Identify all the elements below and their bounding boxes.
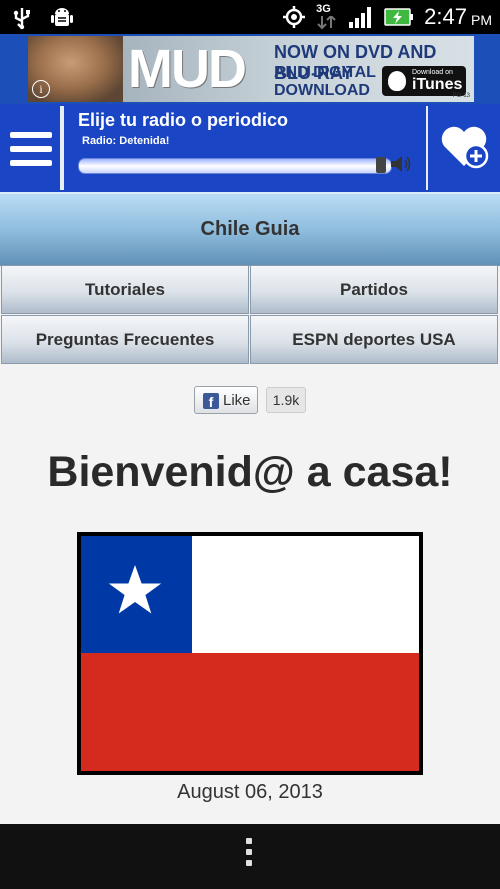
overflow-menu-icon[interactable] [246,838,252,871]
ad-line3: DOWNLOAD [274,82,370,99]
add-favorite-button[interactable] [430,106,498,190]
ad-info-icon[interactable]: i [32,80,50,98]
hamburger-menu-button[interactable] [2,106,62,190]
signal-icon [349,7,372,28]
nav-button-espn-deportes[interactable]: ESPN deportes USA [250,315,498,364]
page-title: Chile Guia [200,218,300,240]
menu-line-icon [10,132,52,138]
volume-slider[interactable] [78,158,392,174]
heart-plus-icon [441,126,489,169]
battery-charging-icon [384,8,414,26]
radio-title: Elije tu radio o periodico [78,110,289,130]
ad-line2: AND DIGITAL [274,64,376,81]
flag-red-band [81,653,419,771]
page-header: Chile Guia [0,192,500,266]
post-date: August 06, 2013 [177,781,323,803]
nav-button-partidos[interactable]: Partidos [250,265,498,314]
network-3g-icon: 3G [316,3,338,30]
chile-flag-image [77,532,423,775]
ad-banner[interactable]: i MUD NOW ON DVD AND BLU-RAY AND DIGITAL… [28,36,474,102]
like-label: Like [223,392,251,409]
speaker-icon[interactable] [390,154,412,174]
volume-slider-knob[interactable] [376,157,386,173]
ad-banner-container: i MUD NOW ON DVD AND BLU-RAY AND DIGITAL… [0,34,500,104]
welcome-heading: Bienvenid@ a casa! [47,448,453,496]
menu-line-icon [10,160,52,166]
nav-button-tutoriales[interactable]: Tutoriales [1,265,249,314]
nav-grid: Tutoriales Partidos Preguntas Frecuentes… [0,265,500,365]
radio-status: Radio: Detenida! [82,135,170,147]
facebook-like-button[interactable]: f Like [194,386,258,414]
usb-icon [13,8,30,30]
clock-time: 2:47 [424,4,467,29]
system-bottom-bar [0,824,500,889]
android-debug-icon [51,8,73,26]
ad-rating: PG-13 [452,93,470,99]
gps-icon [283,6,306,28]
status-bar: 3G 2:47 PM [0,0,500,34]
radio-player[interactable]: Elije tu radio o periodico Radio: Deteni… [62,106,428,190]
menu-line-icon [10,146,52,152]
itunes-badge[interactable]: Download on iTunes [382,66,466,96]
nav-button-preguntas-frecuentes[interactable]: Preguntas Frecuentes [1,315,249,364]
radio-bar: Elije tu radio o periodico Radio: Deteni… [0,104,500,192]
like-count: 1.9k [266,387,306,413]
facebook-icon: f [203,393,219,410]
apple-icon [388,71,406,91]
clock-ampm: PM [471,12,492,28]
ad-title: MUD [128,39,247,99]
